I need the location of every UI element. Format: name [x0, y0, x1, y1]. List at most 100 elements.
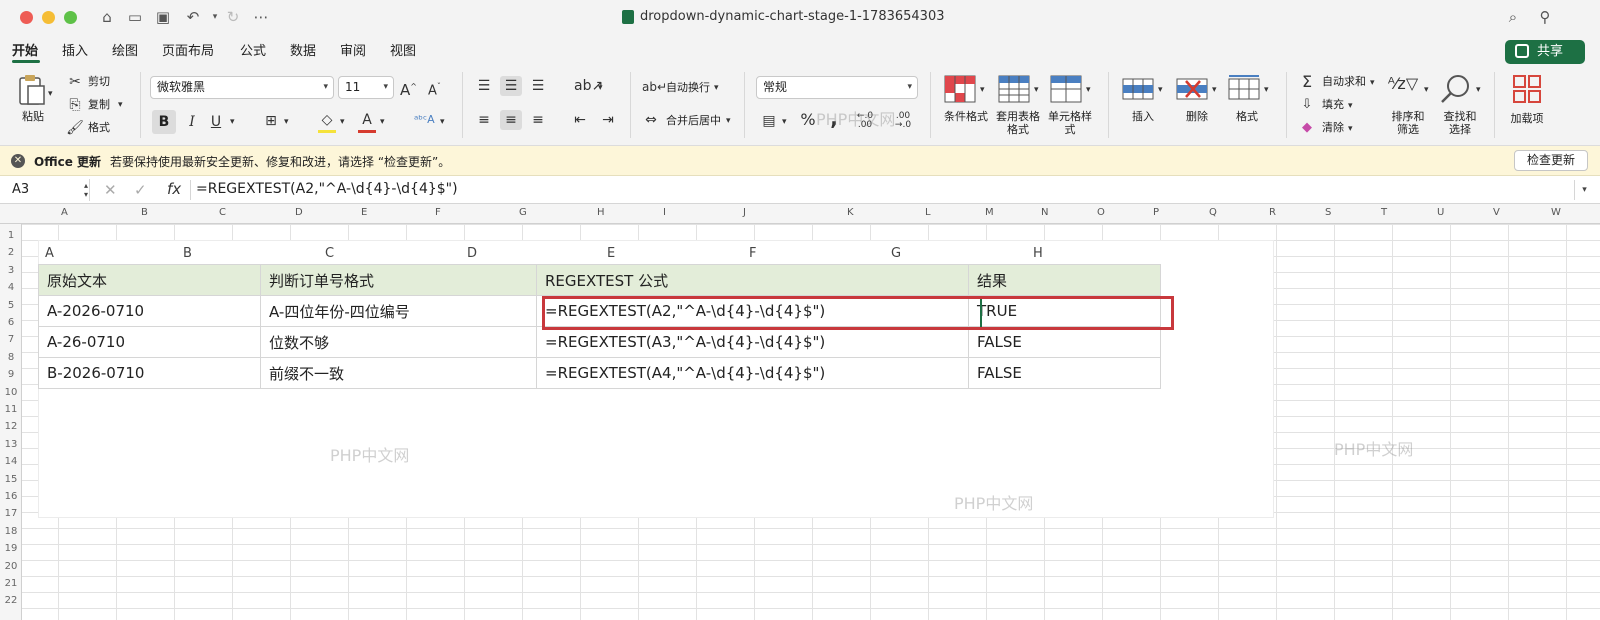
column-header[interactable]: R [1269, 207, 1276, 218]
close-icon[interactable]: ✕ [11, 154, 25, 168]
tab-insert[interactable]: 插入 [62, 40, 88, 59]
row-header[interactable]: 17 [0, 508, 22, 519]
wrap-text-dropdown-icon[interactable]: ▾ [714, 78, 719, 98]
table-cell[interactable]: 前缀不一致 [260, 357, 537, 389]
clear-icon[interactable]: ◆ [1298, 118, 1316, 138]
row-header[interactable]: 12 [0, 421, 22, 432]
merge-dropdown-icon[interactable]: ▾ [726, 111, 731, 131]
font-size-select[interactable]: 11 ▾ [338, 76, 394, 99]
column-header[interactable]: H [597, 207, 605, 218]
redo-icon[interactable]: ↻ [222, 7, 244, 27]
column-header[interactable]: K [847, 207, 854, 218]
font-color-icon[interactable]: A [358, 110, 376, 133]
column-header[interactable]: P [1153, 207, 1159, 218]
phonetic-icon[interactable]: ᵃᵇᶜA [414, 110, 435, 130]
increase-font-icon[interactable]: A^ [400, 77, 417, 100]
cell-style-dropdown-icon[interactable]: ▾ [1086, 80, 1091, 100]
format-cells-icon[interactable] [1228, 75, 1260, 103]
share-button[interactable]: 共享 [1505, 40, 1585, 64]
wrap-text-icon[interactable]: ab↵ [642, 77, 667, 97]
table-format-label[interactable]: 套用表格格式 [994, 110, 1042, 136]
addins-label[interactable]: 加载项 [1508, 112, 1546, 125]
column-header[interactable]: G [519, 207, 527, 218]
wrap-text-label[interactable]: 自动换行 [666, 81, 710, 94]
column-header[interactable]: W [1551, 207, 1561, 218]
row-header[interactable]: 10 [0, 387, 22, 398]
column-header[interactable]: U [1437, 207, 1444, 218]
table-cell[interactable]: FALSE [968, 357, 1161, 389]
fill-label[interactable]: 填充 [1322, 98, 1344, 111]
table-cell[interactable]: TRUE [968, 295, 1161, 327]
insert-label[interactable]: 插入 [1128, 110, 1158, 123]
table-cell[interactable]: FALSE [968, 326, 1161, 358]
orientation-icon[interactable]: ab↗ [574, 76, 603, 96]
row-header[interactable]: 18 [0, 526, 22, 537]
italic-button[interactable]: I [182, 112, 202, 132]
delete-dropdown-icon[interactable]: ▾ [1212, 80, 1217, 100]
table-cell[interactable]: 位数不够 [260, 326, 537, 358]
autosum-icon[interactable]: Σ [1298, 72, 1316, 92]
table-header-cell[interactable]: REGEXTEST 公式 [536, 264, 969, 296]
row-header[interactable]: 6 [0, 317, 22, 328]
copy-dropdown-icon[interactable]: ▾ [118, 95, 123, 115]
accounting-format-icon[interactable]: ▤ [760, 111, 778, 131]
autosum-dropdown-icon[interactable]: ▾ [1370, 73, 1375, 93]
increase-indent-icon[interactable]: ⇥ [598, 110, 618, 130]
row-header[interactable]: 22 [0, 595, 22, 606]
home-icon[interactable]: ⌂ [96, 7, 118, 27]
phonetic-dropdown-icon[interactable]: ▾ [440, 112, 445, 132]
font-name-select[interactable]: 微软雅黑 ▾ [150, 76, 334, 99]
column-header[interactable]: O [1097, 207, 1105, 218]
column-header[interactable]: N [1041, 207, 1048, 218]
column-header[interactable]: C [219, 207, 226, 218]
tab-view[interactable]: 视图 [390, 40, 416, 59]
table-cell[interactable]: A-四位年份-四位编号 [260, 295, 537, 327]
column-header[interactable]: I [663, 207, 666, 218]
find-select-icon[interactable] [1440, 74, 1472, 104]
clear-dropdown-icon[interactable]: ▾ [1348, 119, 1353, 139]
cancel-formula-icon[interactable]: ✕ [104, 181, 117, 199]
row-header[interactable]: 16 [0, 491, 22, 502]
column-header[interactable]: S [1325, 207, 1331, 218]
format-label[interactable]: 格式 [1232, 110, 1262, 123]
decrease-font-icon[interactable]: Aˇ [428, 77, 441, 101]
table-cell[interactable]: =REGEXTEST(A3,"^A-\d{4}-\d{4}$") [536, 326, 969, 358]
search-icon[interactable]: ⌕ [1502, 7, 1524, 27]
account-icon[interactable]: ⚲ [1534, 7, 1556, 27]
tab-review[interactable]: 审阅 [340, 40, 366, 59]
borders-icon[interactable]: ⊞ [262, 111, 280, 131]
tab-page-layout[interactable]: 页面布局 [162, 40, 214, 59]
clear-label[interactable]: 清除 [1322, 121, 1344, 134]
fill-dropdown-icon[interactable]: ▾ [1348, 96, 1353, 116]
table-format-dropdown-icon[interactable]: ▾ [1034, 80, 1039, 100]
column-header[interactable]: M [985, 207, 994, 218]
table-header-cell[interactable]: 判断订单号格式 [260, 264, 537, 296]
column-header[interactable]: T [1381, 207, 1387, 218]
column-header[interactable]: L [925, 207, 931, 218]
borders-dropdown-icon[interactable]: ▾ [284, 112, 289, 132]
minimize-window-button[interactable] [42, 11, 55, 24]
cut-icon[interactable]: ✂ [66, 72, 84, 92]
row-header[interactable]: 4 [0, 282, 22, 293]
fill-color-icon[interactable]: ◇ [318, 110, 336, 133]
row-header[interactable]: 2 [0, 247, 22, 258]
find-select-dropdown-icon[interactable]: ▾ [1476, 80, 1481, 100]
row-header[interactable]: 9 [0, 369, 22, 380]
column-header[interactable]: D [295, 207, 303, 218]
save-as-icon[interactable]: ▣ [152, 7, 174, 27]
cut-label[interactable]: 剪切 [88, 75, 110, 88]
row-header[interactable]: 21 [0, 578, 22, 589]
delete-cells-icon[interactable] [1176, 75, 1208, 103]
bold-button[interactable]: B [152, 110, 176, 134]
row-header[interactable]: 1 [0, 230, 22, 241]
table-header-cell[interactable]: 结果 [968, 264, 1161, 296]
addins-icon[interactable] [1512, 74, 1542, 104]
sort-filter-icon[interactable]: ᴬ⁄z▽ [1386, 76, 1420, 92]
table-cell[interactable]: B-2026-0710 [38, 357, 261, 389]
column-header[interactable]: B [141, 207, 148, 218]
align-left-icon[interactable]: ≡ [474, 110, 494, 130]
align-top-icon[interactable]: ☰ [474, 76, 494, 96]
column-header[interactable]: F [435, 207, 441, 218]
conditional-format-label[interactable]: 条件格式 [938, 110, 994, 123]
row-header[interactable]: 14 [0, 456, 22, 467]
